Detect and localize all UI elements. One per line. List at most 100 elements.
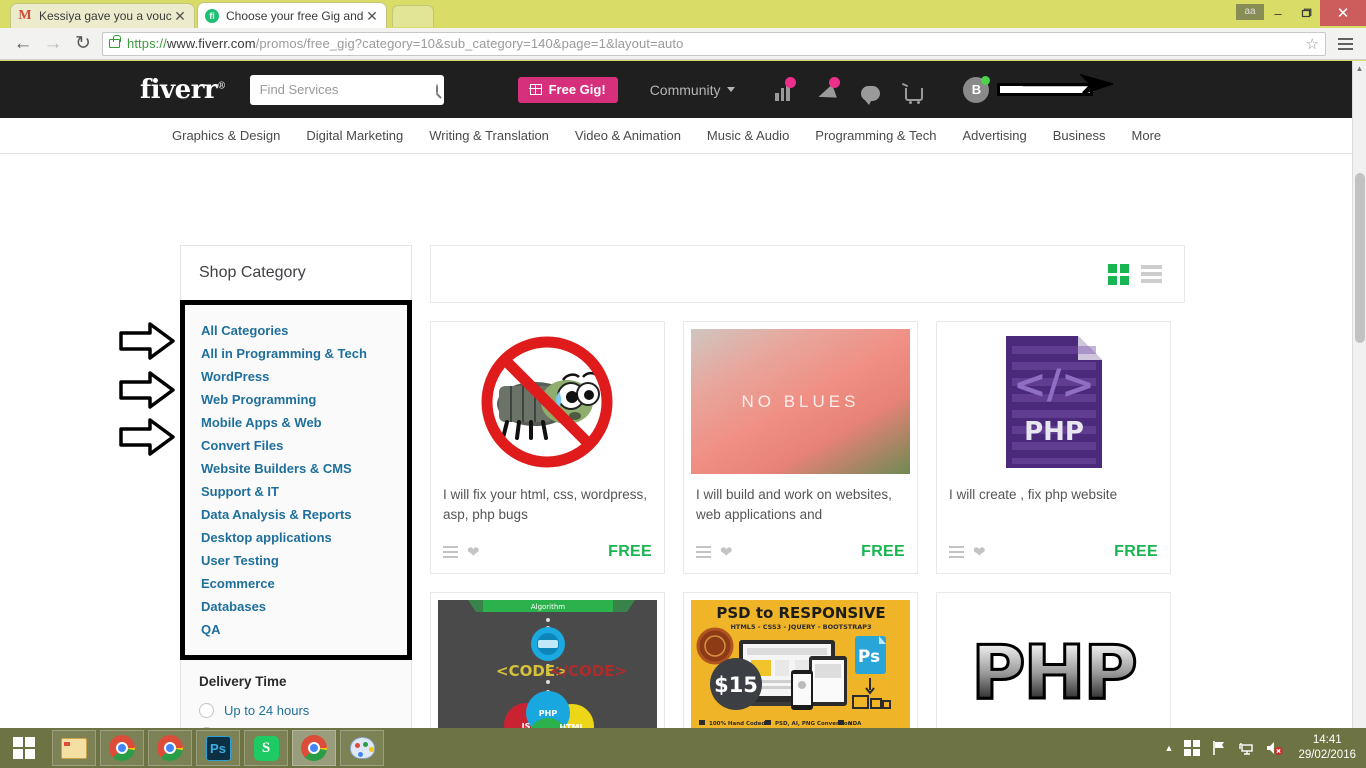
gig-card[interactable]: Algorithm <CODE> </CODE> JS PHP HTML <box>430 592 665 728</box>
menu-lines-icon[interactable] <box>949 546 964 558</box>
taskbar-apps: Ps S <box>52 730 384 766</box>
taskbar-skype[interactable]: S <box>244 730 288 766</box>
list-view-icon[interactable] <box>1141 265 1162 283</box>
back-icon[interactable]: ← <box>8 30 38 58</box>
flag-icon[interactable] <box>1211 740 1227 756</box>
menu-lines-icon[interactable] <box>443 546 458 558</box>
volume-muted-icon[interactable] <box>1265 740 1283 756</box>
gig-thumbnail-php-file-icon[interactable]: </> PHP <box>944 329 1163 474</box>
gig-thumbnail-no-blues-smoke[interactable]: NO BLUES <box>691 329 910 474</box>
maximize-button[interactable] <box>1292 0 1320 26</box>
windows-start-icon <box>13 737 35 759</box>
category-item-web-programming[interactable]: Web Programming <box>201 388 407 411</box>
gig-card[interactable]: PSD to RESPONSIVE HTML5 - CSS3 - JQUERY … <box>683 592 918 728</box>
thumbnail-text: NO BLUES <box>741 391 860 411</box>
page-scrollbar[interactable]: ▲ <box>1352 61 1366 728</box>
category-item-convert-files[interactable]: Convert Files <box>201 434 407 457</box>
radio-button[interactable] <box>199 702 214 718</box>
category-item-user-testing[interactable]: User Testing <box>201 549 407 572</box>
gmail-icon: M <box>18 8 32 23</box>
user-menu[interactable]: B <box>963 73 1114 103</box>
gig-card[interactable]: NO BLUES I will build and work on websit… <box>683 321 918 574</box>
browser-tab-gmail[interactable]: M Kessiya gave you a vouche ✕ <box>10 3 195 28</box>
chrome-menu-icon[interactable] <box>1332 31 1358 57</box>
cart-icon[interactable] <box>903 79 925 104</box>
category-item-mobile-apps-web[interactable]: Mobile Apps & Web <box>201 411 407 434</box>
avatar[interactable]: B <box>963 75 991 103</box>
nav-item-graphics-design[interactable]: Graphics & Design <box>172 128 280 143</box>
category-item-ecommerce[interactable]: Ecommerce <box>201 572 407 595</box>
taskbar-chrome-3-active[interactable] <box>292 730 336 766</box>
skype-icon: S <box>253 735 279 761</box>
delivery-option-24-hours[interactable]: Up to 24 hours <box>199 698 411 722</box>
scrollbar-thumb[interactable] <box>1355 173 1365 343</box>
community-menu[interactable]: Community <box>650 82 736 98</box>
search-box[interactable] <box>249 74 444 105</box>
taskbar-photoshop[interactable]: Ps <box>196 730 240 766</box>
favorite-heart-icon[interactable]: ❤ <box>973 545 986 560</box>
scroll-up-arrow-icon[interactable]: ▲ <box>1353 61 1366 75</box>
taskbar-chrome-2[interactable] <box>148 730 192 766</box>
nav-item-business[interactable]: Business <box>1053 128 1106 143</box>
start-button[interactable] <box>0 728 48 768</box>
search-icon[interactable] <box>435 84 438 95</box>
close-window-button[interactable]: ✕ <box>1320 0 1366 26</box>
browser-tab-fiverr[interactable]: fi Choose your free Gig and ✕ <box>197 2 387 28</box>
gig-thumbnail-psd-to-responsive[interactable]: PSD to RESPONSIVE HTML5 - CSS3 - JQUERY … <box>691 600 910 728</box>
category-item-support-it[interactable]: Support & IT <box>201 480 407 503</box>
fiverr-logo[interactable]: fiverr® <box>140 75 226 105</box>
gig-card[interactable]: PHP I will fix PHP, MySQL, issues ❤ FREE <box>936 592 1171 728</box>
tab-close-button[interactable]: ✕ <box>172 9 188 23</box>
category-item-qa[interactable]: QA <box>201 618 407 641</box>
minimize-button[interactable]: – <box>1264 0 1292 26</box>
category-item-website-builders-cms[interactable]: Website Builders & CMS <box>201 457 407 480</box>
taskbar-paint[interactable] <box>340 730 384 766</box>
show-hidden-icons-arrow[interactable]: ▲ <box>1165 743 1174 753</box>
reload-icon[interactable]: ↻ <box>68 30 98 58</box>
address-bar[interactable]: https://www.fiverr.com/promos/free_gig?c… <box>102 31 1326 56</box>
nav-item-video-animation[interactable]: Video & Animation <box>575 128 681 143</box>
windows-icon[interactable] <box>1184 740 1201 756</box>
notification-badge <box>829 76 841 88</box>
category-item-data-analysis-reports[interactable]: Data Analysis & Reports <box>201 503 407 526</box>
gig-thumbnail-php-big-text[interactable]: PHP <box>944 600 1163 728</box>
nav-item-advertising[interactable]: Advertising <box>962 128 1026 143</box>
search-input[interactable] <box>259 82 436 97</box>
gig-title[interactable]: I will build and work on websites, web a… <box>684 481 917 537</box>
taskbar-clock[interactable]: 14:41 29/02/2016 <box>1298 733 1356 763</box>
new-tab-button[interactable] <box>392 5 434 27</box>
nav-item-programming-tech[interactable]: Programming & Tech <box>815 128 936 143</box>
tab-close-button[interactable]: ✕ <box>364 9 380 23</box>
shop-category-sidebar: Shop Category All Categories All in Prog… <box>180 245 412 728</box>
favorite-heart-icon[interactable]: ❤ <box>720 545 733 560</box>
gig-thumbnail-bug-crossed-out[interactable] <box>438 329 657 474</box>
taskbar-file-explorer[interactable] <box>52 730 96 766</box>
gig-card[interactable]: </> PHP I will create , fix php website … <box>936 321 1171 574</box>
nav-item-music-audio[interactable]: Music & Audio <box>707 128 789 143</box>
nav-item-more[interactable]: More <box>1132 128 1162 143</box>
gig-title[interactable]: I will fix your html, css, wordpress, as… <box>431 481 664 537</box>
category-item-all-in-programming-tech[interactable]: All in Programming & Tech <box>201 342 407 365</box>
category-list: All Categories All in Programming & Tech… <box>180 300 412 660</box>
bookmark-star-icon[interactable]: ☆ <box>1306 35 1319 53</box>
taskbar-chrome-1[interactable] <box>100 730 144 766</box>
gig-card[interactable]: I will fix your html, css, wordpress, as… <box>430 321 665 574</box>
messages-icon[interactable] <box>859 79 881 105</box>
online-status-dot <box>981 75 991 85</box>
megaphone-icon[interactable] <box>815 76 841 103</box>
category-item-desktop-applications[interactable]: Desktop applications <box>201 526 407 549</box>
category-item-wordpress[interactable]: WordPress <box>201 365 407 388</box>
network-icon[interactable] <box>1238 740 1254 756</box>
forward-icon[interactable]: → <box>38 30 68 58</box>
gig-thumbnail-code-diagram[interactable]: Algorithm <CODE> </CODE> JS PHP HTML <box>438 600 657 728</box>
category-item-all-categories[interactable]: All Categories <box>201 319 407 342</box>
grid-view-icon[interactable] <box>1108 263 1129 285</box>
nav-item-digital-marketing[interactable]: Digital Marketing <box>306 128 403 143</box>
gig-title[interactable]: I will create , fix php website <box>937 481 1170 537</box>
analytics-icon[interactable] <box>771 76 797 101</box>
category-item-databases[interactable]: Databases <box>201 595 407 618</box>
free-gig-button[interactable]: Free Gig! <box>517 76 618 103</box>
nav-item-writing-translation[interactable]: Writing & Translation <box>429 128 549 143</box>
favorite-heart-icon[interactable]: ❤ <box>467 545 480 560</box>
menu-lines-icon[interactable] <box>696 546 711 558</box>
